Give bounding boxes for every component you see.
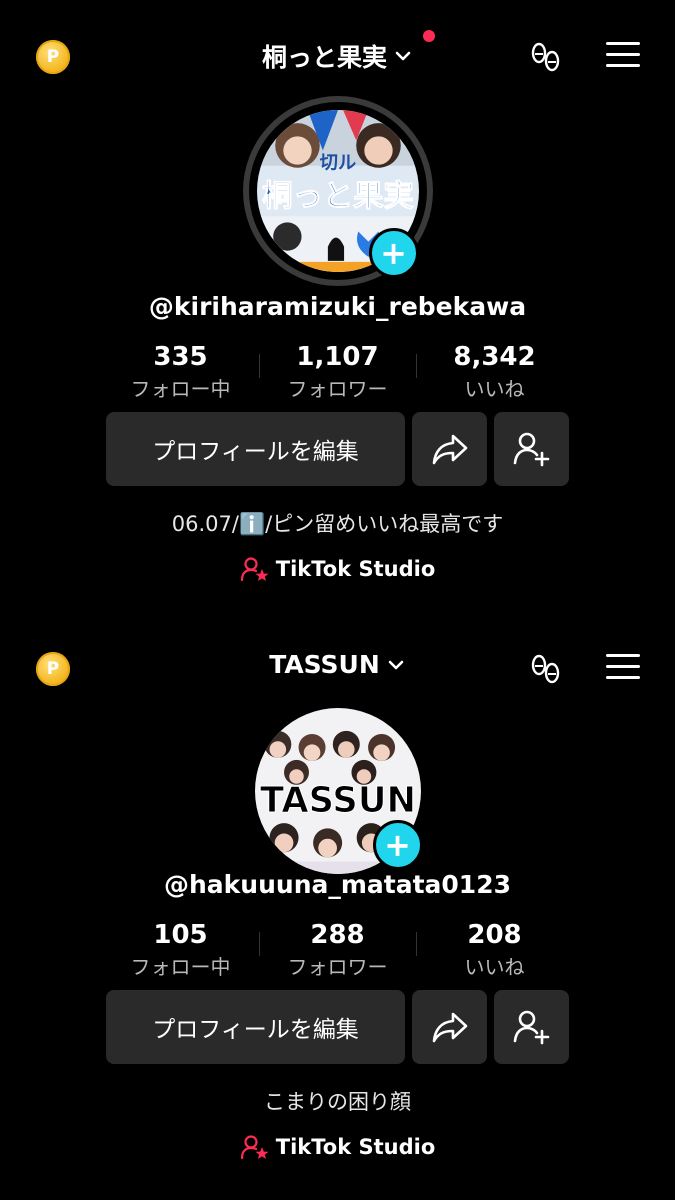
menu-icon[interactable] [606,42,640,72]
notification-dot [423,30,435,42]
add-avatar-button[interactable]: + [368,228,419,278]
profile-bio: 06.07/ℹ️/ピン留めいいね最高です [171,512,504,536]
action-buttons: プロフィールを編集 [106,412,569,486]
menu-icon[interactable] [606,654,640,684]
avatar[interactable]: 切ル 桐っと果実 + [242,96,433,286]
studio-label: TikTok Studio [275,1135,436,1159]
share-icon [432,1012,467,1043]
likes-stat[interactable]: 8,342 いいね [416,340,573,404]
following-stat[interactable]: 335 フォロー中 [102,340,259,404]
following-count: 105 [153,920,208,950]
creator-star-icon [240,557,269,582]
username-handle: @kiriharamizuki_rebekawa [148,292,527,321]
stats-row: 335 フォロー中 1,107 フォロワー 8,342 いいね [102,340,573,404]
add-user-icon [513,1010,549,1045]
followers-label: フォロワー [287,955,388,979]
tiktok-studio-link[interactable]: TikTok Studio [0,1134,675,1165]
likes-count: 208 [467,920,522,950]
following-stat[interactable]: 105 フォロー中 [102,918,259,982]
followers-stat[interactable]: 1,107 フォロワー [259,340,416,404]
share-icon [432,434,467,465]
add-user-icon [513,432,549,467]
username-handle: @hakuuuna_matata0123 [164,870,511,899]
tiktok-studio-link[interactable]: TikTok Studio [0,556,675,587]
svg-text:TASSUN: TASSUN [260,780,416,821]
add-friend-button[interactable] [494,990,569,1064]
svg-text:桐っと果実: 桐っと果実 [262,179,414,214]
edit-profile-button[interactable]: プロフィールを編集 [106,990,405,1064]
chevron-down-icon [388,660,404,669]
action-buttons: プロフィールを編集 [106,990,569,1064]
add-avatar-button[interactable]: + [372,820,423,870]
likes-stat[interactable]: 208 いいね [416,918,573,982]
creator-star-icon [240,1135,269,1160]
share-profile-button[interactable] [412,412,487,486]
followers-count: 288 [310,920,365,950]
following-count: 335 [153,342,208,372]
stats-row: 105 フォロー中 288 フォロワー 208 いいね [102,918,573,982]
following-label: フォロー中 [130,955,231,979]
followers-count: 1,107 [296,342,379,372]
likes-count: 8,342 [453,342,536,372]
likes-label: いいね [464,377,525,401]
avatar[interactable]: TASSUN + [254,708,423,874]
account-switcher[interactable]: TASSUN [269,650,406,679]
footprint-icon[interactable] [528,40,564,76]
following-label: フォロー中 [130,377,231,401]
studio-label: TikTok Studio [275,557,436,581]
share-profile-button[interactable] [412,990,487,1064]
followers-label: フォロワー [287,377,388,401]
account-title: 桐っと果実 [261,43,387,72]
add-friend-button[interactable] [494,412,569,486]
profile-bio: こまりの困り顔 [264,1090,411,1114]
account-title: TASSUN [269,650,380,679]
svg-text:切ル: 切ル [319,153,355,174]
account-switcher[interactable]: 桐っと果実 [261,30,435,74]
likes-label: いいね [464,955,525,979]
footprint-icon[interactable] [528,652,564,688]
followers-stat[interactable]: 288 フォロワー [259,918,416,982]
chevron-down-icon [395,51,411,61]
edit-profile-button[interactable]: プロフィールを編集 [106,412,405,486]
